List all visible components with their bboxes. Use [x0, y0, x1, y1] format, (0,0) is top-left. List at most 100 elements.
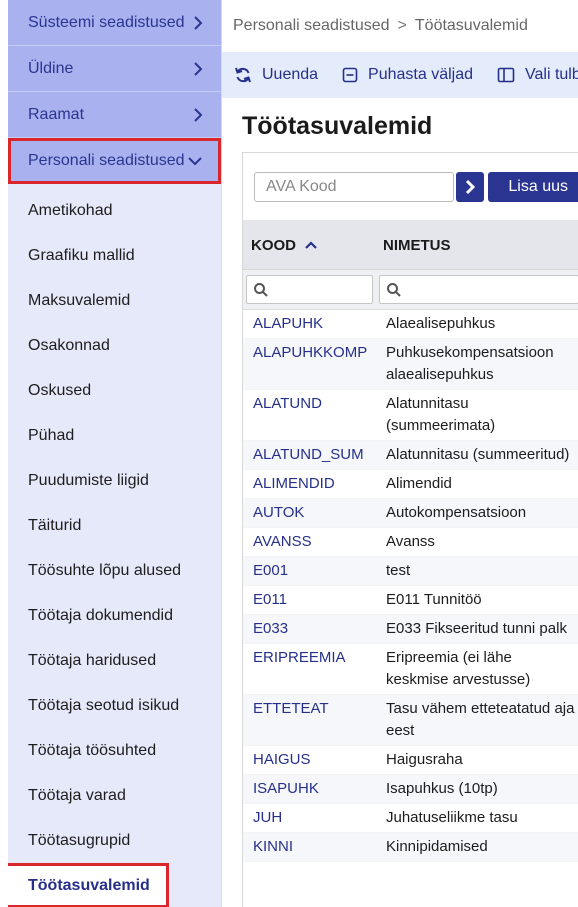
table-row[interactable]: AUTOK Autokompensatsioon — [243, 499, 578, 528]
sidebar-item-label: Töötaja dokumendid — [28, 606, 173, 624]
table-row[interactable]: ALAPUHK Alaealisepuhkus — [243, 310, 578, 339]
clear-fields-button[interactable]: Puhasta väljad — [342, 66, 473, 84]
sidebar-item-oskused[interactable]: Oskused — [8, 368, 221, 413]
chevron-right-icon — [194, 61, 203, 76]
name-filter-input[interactable] — [379, 275, 578, 304]
select-columns-button[interactable]: Vali tulb — [497, 66, 578, 84]
sidebar-item-tootasugrupid[interactable]: Töötasugrupid — [8, 818, 221, 863]
columns-icon — [497, 67, 515, 83]
row-code[interactable]: ALIMENDID — [243, 473, 375, 495]
sidebar-item-puudumiste-liigid[interactable]: Puudumiste liigid — [8, 458, 221, 503]
sidebar-item-tootaja-seotud-isikud[interactable]: Töötaja seotud isikud — [8, 683, 221, 728]
table-row[interactable]: JUH Juhatuseliikme tasu — [243, 804, 578, 833]
row-code[interactable]: E001 — [243, 560, 375, 582]
toolbar: Uuenda Puhasta väljad Vali tulb — [222, 52, 578, 98]
table-row[interactable]: AVANSS Avanss — [243, 528, 578, 557]
column-header-code[interactable]: KOOD — [243, 237, 375, 254]
sidebar-section-book[interactable]: Raamat — [8, 92, 221, 138]
table-row[interactable]: ISAPUHK Isapuhkus (10tp) — [243, 775, 578, 804]
row-code[interactable]: AVANSS — [243, 531, 375, 553]
sidebar-section-general[interactable]: Üldine — [8, 46, 221, 92]
row-name: Avanss — [386, 533, 435, 550]
code-filter-input[interactable] — [246, 275, 373, 304]
breadcrumb: Personali seadistused > Töötasuvalemid — [222, 0, 578, 52]
sidebar-item-label: Ametikohad — [28, 201, 113, 219]
chevron-right-icon — [194, 15, 203, 30]
table-row[interactable]: KINNI Kinnipidamised — [243, 833, 578, 862]
table-row[interactable]: E001 test — [243, 557, 578, 586]
sidebar-item-tootaja-varad[interactable]: Töötaja varad — [8, 773, 221, 818]
sidebar-item-tootaja-toosuhted[interactable]: Töötaja töösuhted — [8, 728, 221, 773]
row-code[interactable]: HAIGUS — [243, 749, 375, 771]
column-header-name[interactable]: NIMETUS — [375, 237, 451, 254]
breadcrumb-parent[interactable]: Personali seadistused — [233, 17, 390, 35]
add-new-button[interactable]: Lisa uus — [488, 171, 578, 202]
table-row[interactable]: ALAPUHKKOMP Puhkusekompensatsioon alaeali… — [243, 339, 578, 390]
sidebar-item-maksuvalemid[interactable]: Maksuvalemid — [8, 278, 221, 323]
sidebar-item-tootaja-haridused[interactable]: Töötaja haridused — [8, 638, 221, 683]
table-body: ALAPUHK Alaealisepuhkus ALAPUHKKOMP Puhkus… — [243, 310, 578, 862]
table-row[interactable]: E033 E033 Fikseeritud tunni palk — [243, 615, 578, 644]
sidebar-item-label: Töötaja varad — [28, 786, 126, 804]
sidebar-item-label: Täiturid — [28, 516, 82, 534]
minus-square-icon — [342, 67, 358, 83]
table-row[interactable]: HAIGUS Haigusraha — [243, 746, 578, 775]
refresh-button[interactable]: Uuenda — [234, 66, 318, 84]
breadcrumb-current: Töötasuvalemid — [414, 17, 528, 34]
refresh-icon — [235, 67, 251, 83]
row-code[interactable]: JUH — [243, 807, 375, 829]
row-code[interactable]: E011 — [243, 589, 375, 611]
sidebar-section-label: Personali seadistused — [28, 152, 185, 169]
row-code[interactable]: ISAPUHK — [243, 778, 375, 800]
ava-code-input[interactable] — [254, 171, 454, 202]
row-code[interactable]: ALAPUHK — [243, 313, 375, 335]
sidebar-item-tootaja-dokumendid[interactable]: Töötaja dokumendid — [8, 593, 221, 638]
sidebar-item-graafiku-mallid[interactable]: Graafiku mallid — [8, 233, 221, 278]
row-code[interactable]: ALATUND_SUM — [243, 444, 375, 466]
sidebar-item-label: Töötaja haridused — [28, 651, 157, 669]
sidebar-item-taiturid[interactable]: Täiturid — [8, 503, 221, 548]
table-row[interactable]: ALIMENDID Alimendid — [243, 470, 578, 499]
row-code[interactable]: ETTETEAT — [243, 698, 375, 742]
table-row[interactable]: E011 E011 Tunnitöö — [243, 586, 578, 615]
sidebar-section-systemsettings[interactable]: Süsteemi seadistused — [8, 0, 221, 46]
row-name: Tasu vähem etteteatatud aja eest — [386, 700, 575, 739]
row-name: test — [386, 562, 411, 579]
sidebar: Süsteemi seadistused Üldine Raamat Perso… — [8, 0, 222, 907]
sidebar-item-tootasuvalemid[interactable]: Töötasuvalemid — [8, 863, 169, 907]
sidebar-item-puhad[interactable]: Pühad — [8, 413, 221, 458]
row-code[interactable]: ALAPUHKKOMP — [243, 342, 375, 386]
sidebar-item-label: Töötasugrupid — [28, 831, 131, 849]
sidebar-item-ametikohad[interactable]: Ametikohad — [8, 188, 221, 233]
breadcrumb-separator: > — [397, 17, 407, 34]
search-icon — [254, 282, 268, 297]
select-columns-label: Vali tulb — [525, 66, 578, 83]
sidebar-item-label: Graafiku mallid — [28, 246, 135, 264]
row-name: Alatunnitasu (summeeritud) — [386, 446, 570, 463]
row-name: E011 Tunnitöö — [386, 591, 482, 608]
search-icon — [387, 282, 401, 297]
refresh-label: Uuenda — [262, 66, 319, 83]
sidebar-item-toosuhte-lopu-alused[interactable]: Töösuhte lõpu alused — [8, 548, 221, 593]
table-header: KOOD NIMETUS — [243, 221, 578, 270]
table-row[interactable]: ALATUND Alatunnitasu (summeerimata) — [243, 390, 578, 441]
row-code[interactable]: KINNI — [243, 836, 375, 858]
row-code[interactable]: AUTOK — [243, 502, 375, 524]
sidebar-item-osakonnad[interactable]: Osakonnad — [8, 323, 221, 368]
row-name: Puhkusekompensatsioon alaealisepuhkus — [386, 344, 554, 383]
sidebar-section-personnel-settings[interactable]: Personali seadistused — [8, 138, 221, 184]
table-row[interactable]: ERIPREEMIA Eripreemia (ei lähe keskmise a… — [243, 644, 578, 695]
open-code-button[interactable] — [456, 171, 485, 202]
row-code[interactable]: ALATUND — [243, 393, 375, 437]
row-name: Isapuhkus (10tp) — [386, 780, 498, 797]
sidebar-item-label: Töötasuvalemid — [28, 876, 150, 894]
row-code[interactable]: E033 — [243, 618, 375, 640]
sidebar-item-label: Osakonnad — [28, 336, 110, 354]
table-row[interactable]: ETTETEAT Tasu vähem etteteatatud aja eest — [243, 695, 578, 746]
row-name: Haigusraha — [386, 751, 463, 768]
sidebar-item-label: Puudumiste liigid — [28, 471, 149, 489]
row-name: Eripreemia (ei lähe keskmise arvestusse) — [386, 649, 531, 688]
row-code[interactable]: ERIPREEMIA — [243, 647, 375, 691]
row-name: E033 Fikseeritud tunni palk — [386, 620, 567, 637]
table-row[interactable]: ALATUND_SUM Alatunnitasu (summeeritud) — [243, 441, 578, 470]
